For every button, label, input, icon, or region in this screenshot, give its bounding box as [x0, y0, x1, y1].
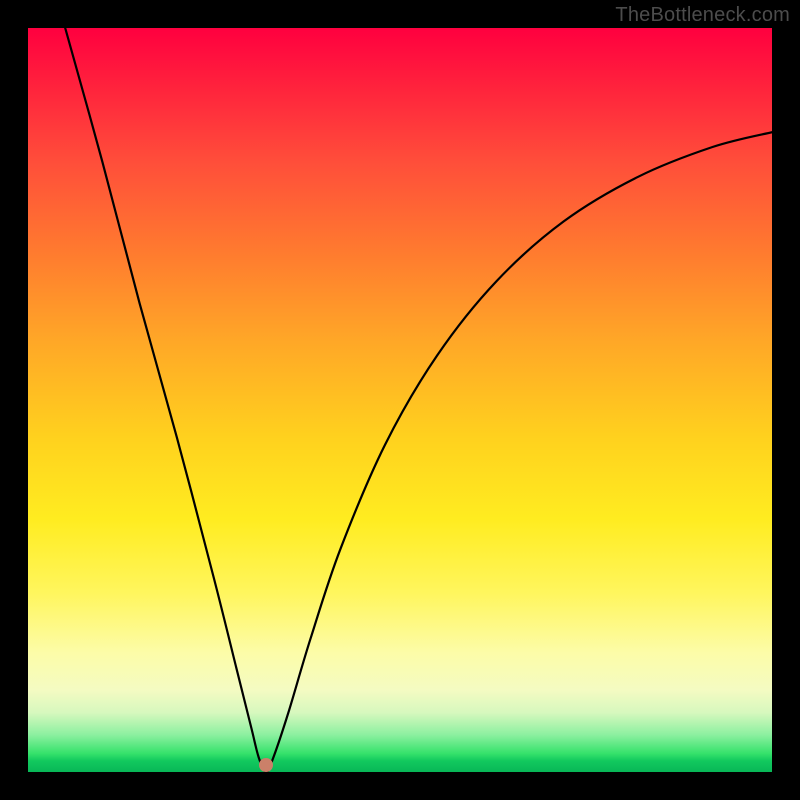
- optimal-point-marker: [259, 758, 273, 772]
- curve-svg: [28, 28, 772, 772]
- chart-frame: TheBottleneck.com: [0, 0, 800, 800]
- plot-area: [28, 28, 772, 772]
- watermark-text: TheBottleneck.com: [615, 4, 790, 27]
- mismatch-curve-path: [65, 28, 772, 772]
